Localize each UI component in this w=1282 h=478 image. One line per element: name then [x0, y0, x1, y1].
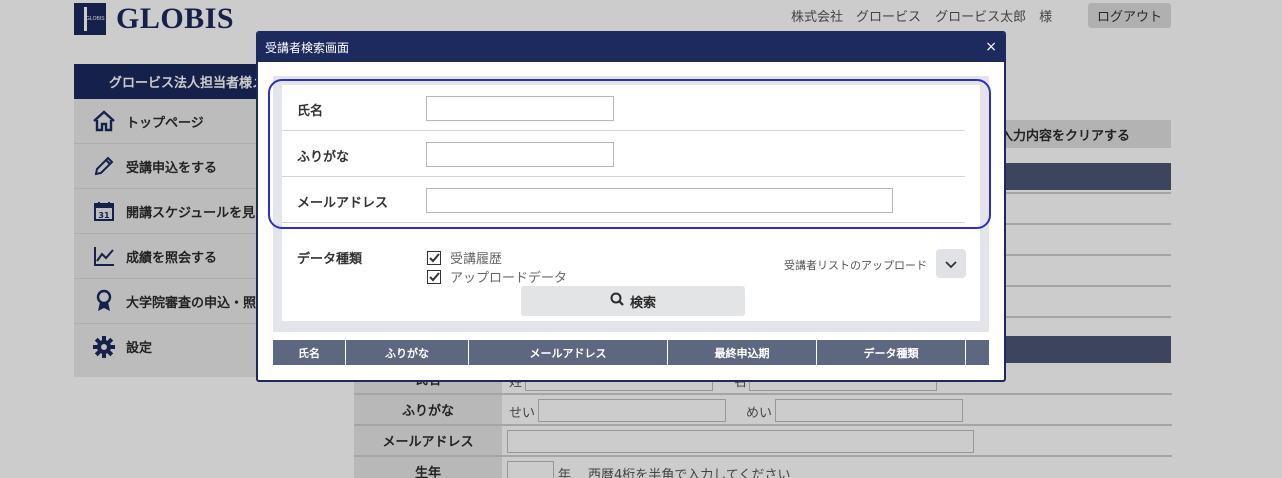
name-row: 氏名	[282, 85, 965, 131]
furigana-row: ふりがな	[282, 131, 965, 177]
chevron-down-icon	[945, 254, 957, 273]
name-input[interactable]	[426, 96, 614, 121]
checkbox-upload-data[interactable]: アップロードデータ	[427, 267, 567, 286]
col-last-application[interactable]: 最終申込期	[668, 340, 817, 365]
results-table-header: 氏名 ふりがな メールアドレス 最終申込期 データ種類	[273, 340, 989, 365]
student-search-modal: 受講者検索画面 × 氏名 ふりがな メールアドレス データ種類 受講履歴 アップ…	[256, 31, 1006, 382]
check-icon[interactable]	[427, 250, 441, 265]
checkbox-history-label: 受講履歴	[450, 252, 503, 267]
col-spacer	[966, 340, 989, 365]
check-icon[interactable]	[427, 269, 441, 284]
col-email[interactable]: メールアドレス	[469, 340, 668, 365]
search-button[interactable]: 検索	[521, 286, 745, 316]
checkbox-upload-label: アップロードデータ	[450, 271, 568, 286]
close-icon[interactable]: ×	[985, 39, 997, 55]
search-icon	[610, 292, 630, 310]
col-data-type[interactable]: データ種類	[817, 340, 966, 365]
search-panel: 氏名 ふりがな メールアドレス データ種類 受講履歴 アップロードデータ 受講者…	[273, 76, 989, 332]
email-input[interactable]	[426, 188, 893, 213]
col-name[interactable]: 氏名	[273, 340, 346, 365]
email-row: メールアドレス	[282, 177, 965, 223]
modal-title: 受講者検索画面	[265, 41, 350, 55]
furigana-input[interactable]	[426, 142, 614, 167]
search-button-label: 検索	[629, 295, 656, 311]
col-furigana[interactable]: ふりがな	[346, 340, 469, 365]
furigana-label: ふりがな	[297, 150, 350, 165]
email-label: メールアドレス	[297, 196, 389, 211]
upload-toggle-button[interactable]	[936, 249, 966, 278]
data-type-label: データ種類	[297, 252, 363, 267]
upload-list-link[interactable]: 受講者リストのアップロード	[784, 257, 927, 273]
checkbox-history[interactable]: 受講履歴	[427, 248, 502, 267]
search-form: 氏名 ふりがな メールアドレス データ種類 受講履歴 アップロードデータ 受講者…	[282, 85, 980, 321]
name-label: 氏名	[297, 104, 324, 119]
modal-title-bar: 受講者検索画面 ×	[258, 33, 1004, 62]
